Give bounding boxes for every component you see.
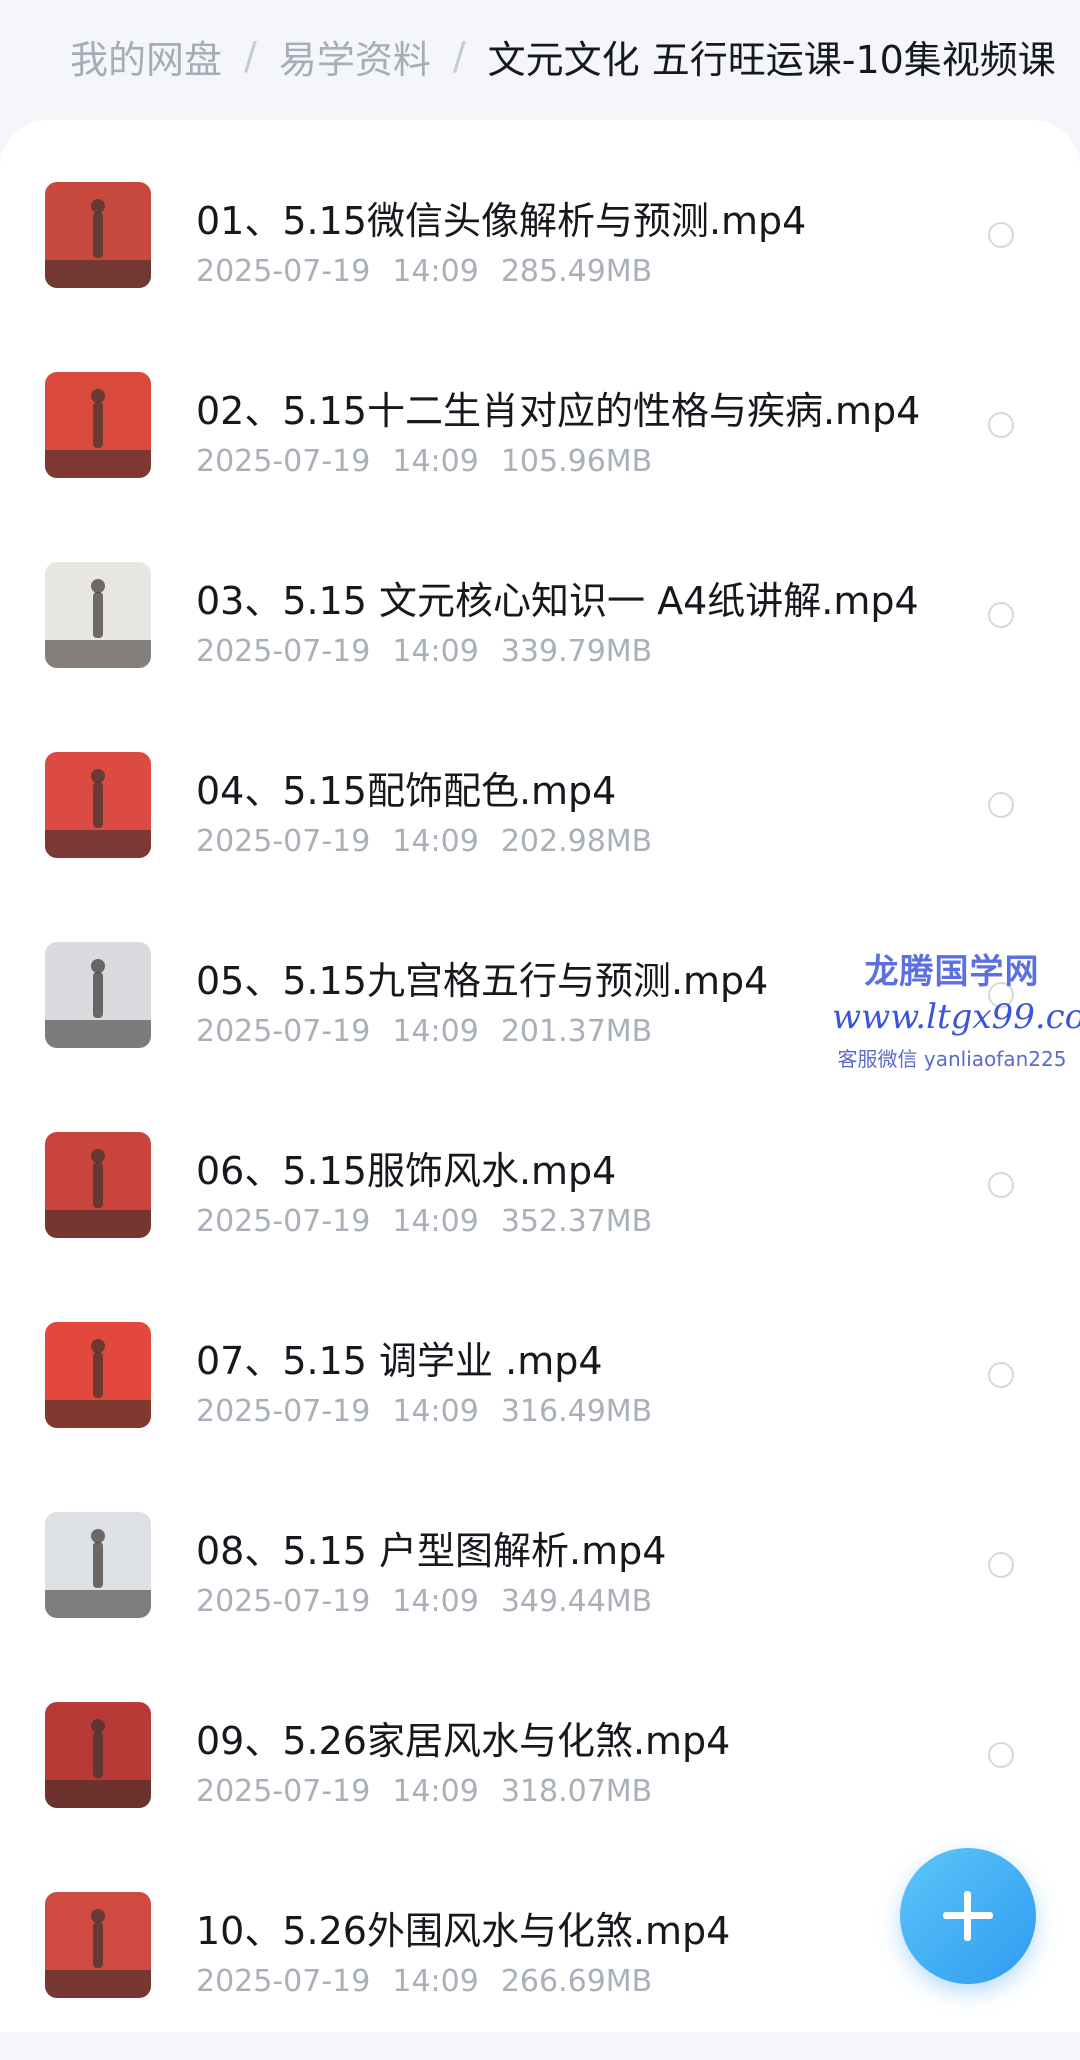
file-row[interactable]: 08、5.15 户型图解析.mp4 2025-07-19 14:09 349.44MB	[0, 1490, 1080, 1680]
select-checkbox[interactable]	[988, 412, 1014, 438]
file-time: 14:09	[392, 254, 479, 289]
file-name: 10、5.26外围风水与化煞.mp4	[196, 1909, 731, 1953]
breadcrumb-separator: /	[452, 34, 466, 78]
file-size: 318.07MB	[500, 1774, 653, 1809]
file-date: 2025-07-19	[196, 1774, 371, 1809]
file-meta: 2025-07-19 14:09 349.44MB	[196, 1584, 674, 1619]
video-thumbnail	[45, 752, 151, 858]
file-list: 01、5.15微信头像解析与预测.mp4 2025-07-19 14:09 285.4…	[0, 160, 1080, 2060]
file-size: 339.79MB	[500, 634, 653, 669]
video-thumbnail	[45, 182, 151, 288]
file-time: 14:09	[392, 1584, 479, 1619]
file-time: 14:09	[392, 444, 479, 479]
watermark-url: www.ltgx99.com	[832, 997, 1080, 1037]
video-thumbnail	[45, 942, 151, 1048]
file-row[interactable]: 03、5.15 文元核心知识一 A4纸讲解.mp4 2025-07-19 14:09…	[0, 540, 1080, 730]
file-size: 202.98MB	[500, 824, 653, 859]
select-checkbox[interactable]	[988, 1742, 1014, 1768]
video-thumbnail	[45, 1512, 151, 1618]
select-checkbox[interactable]	[988, 602, 1014, 628]
breadcrumb-separator: /	[244, 34, 257, 78]
breadcrumb-current: 文元文化 五行旺运课-10集视频课	[487, 37, 1056, 82]
file-meta: 2025-07-19 14:09 352.37MB	[196, 1204, 674, 1239]
file-size: 105.96MB	[500, 444, 653, 479]
select-checkbox[interactable]	[988, 792, 1014, 818]
video-thumbnail	[45, 1892, 151, 1998]
file-date: 2025-07-19	[196, 1204, 371, 1239]
file-size: 266.69MB	[500, 1964, 653, 1999]
file-date: 2025-07-19	[196, 1014, 371, 1049]
file-meta: 2025-07-19 14:09 201.37MB	[196, 1014, 674, 1049]
watermark-contact: 客服微信 yanliaofan225	[837, 1047, 1067, 1071]
file-time: 14:09	[392, 1964, 479, 1999]
file-meta: 2025-07-19 14:09 316.49MB	[196, 1394, 674, 1429]
file-size: 201.37MB	[500, 1014, 653, 1049]
file-time: 14:09	[392, 1394, 479, 1429]
file-date: 2025-07-19	[196, 444, 371, 479]
file-row[interactable]: 01、5.15微信头像解析与预测.mp4 2025-07-19 14:09 285.4…	[0, 160, 1080, 350]
file-name: 04、5.15配饰配色.mp4	[196, 769, 617, 813]
file-row[interactable]: 07、5.15 调学业 .mp4 2025-07-19 14:09 316.49MB	[0, 1300, 1080, 1490]
file-time: 14:09	[392, 1204, 479, 1239]
select-checkbox[interactable]	[988, 1362, 1014, 1388]
select-checkbox[interactable]	[988, 1552, 1014, 1578]
file-row[interactable]: 02、5.15十二生肖对应的性格与疾病.mp4 2025-07-19 14:09 10…	[0, 350, 1080, 540]
file-name: 08、5.15 户型图解析.mp4	[196, 1529, 667, 1573]
file-name: 02、5.15十二生肖对应的性格与疾病.mp4	[196, 389, 921, 433]
file-time: 14:09	[392, 1014, 479, 1049]
file-row[interactable]: 06、5.15服饰风水.mp4 2025-07-19 14:09 352.37MB	[0, 1110, 1080, 1300]
file-size: 285.49MB	[500, 254, 653, 289]
video-thumbnail	[45, 1322, 151, 1428]
file-row[interactable]: 04、5.15配饰配色.mp4 2025-07-19 14:09 202.98MB	[0, 730, 1080, 920]
file-list-panel: 01、5.15微信头像解析与预测.mp4 2025-07-19 14:09 285.4…	[0, 120, 1080, 2032]
file-time: 14:09	[392, 824, 479, 859]
file-time: 14:09	[392, 1774, 479, 1809]
file-meta: 2025-07-19 14:09 266.69MB	[196, 1964, 674, 1999]
breadcrumb: 我的网盘 / 易学资料 / 文元文化 五行旺运课-10集视频课	[70, 0, 1080, 112]
file-name: 07、5.15 调学业 .mp4	[196, 1339, 603, 1383]
file-name: 09、5.26家居风水与化煞.mp4	[196, 1719, 731, 1763]
file-date: 2025-07-19	[196, 824, 371, 859]
add-button[interactable]	[900, 1848, 1036, 1984]
file-meta: 2025-07-19 14:09 339.79MB	[196, 634, 674, 669]
file-time: 14:09	[392, 634, 479, 669]
file-size: 316.49MB	[500, 1394, 653, 1429]
video-thumbnail	[45, 1702, 151, 1808]
file-date: 2025-07-19	[196, 634, 371, 669]
watermark-title: 龙腾国学网	[864, 952, 1040, 992]
file-meta: 2025-07-19 14:09 202.98MB	[196, 824, 674, 859]
file-size: 349.44MB	[500, 1584, 653, 1619]
video-thumbnail	[45, 372, 151, 478]
file-name: 05、5.15九宫格五行与预测.mp4	[196, 959, 769, 1003]
file-date: 2025-07-19	[196, 254, 371, 289]
file-date: 2025-07-19	[196, 1584, 371, 1619]
file-date: 2025-07-19	[196, 1394, 371, 1429]
select-checkbox[interactable]	[988, 222, 1014, 248]
file-name: 03、5.15 文元核心知识一 A4纸讲解.mp4	[196, 579, 919, 623]
file-meta: 2025-07-19 14:09 105.96MB	[196, 444, 674, 479]
video-thumbnail	[45, 562, 151, 668]
file-name: 06、5.15服饰风水.mp4	[196, 1149, 617, 1193]
breadcrumb-folder[interactable]: 易学资料	[279, 29, 431, 84]
file-meta: 2025-07-19 14:09 285.49MB	[196, 254, 674, 289]
file-meta: 2025-07-19 14:09 318.07MB	[196, 1774, 674, 1809]
file-date: 2025-07-19	[196, 1964, 371, 1999]
file-size: 352.37MB	[500, 1204, 653, 1239]
file-row[interactable]: 09、5.26家居风水与化煞.mp4 2025-07-19 14:09 318.07M…	[0, 1680, 1080, 1870]
file-name: 01、5.15微信头像解析与预测.mp4	[196, 199, 807, 243]
video-thumbnail	[45, 1132, 151, 1238]
watermark: 龙腾国学网 www.ltgx99.com 客服微信 yanliaofan225	[832, 944, 1080, 1072]
select-checkbox[interactable]	[988, 1172, 1014, 1198]
breadcrumb-root[interactable]: 我的网盘	[70, 29, 222, 84]
